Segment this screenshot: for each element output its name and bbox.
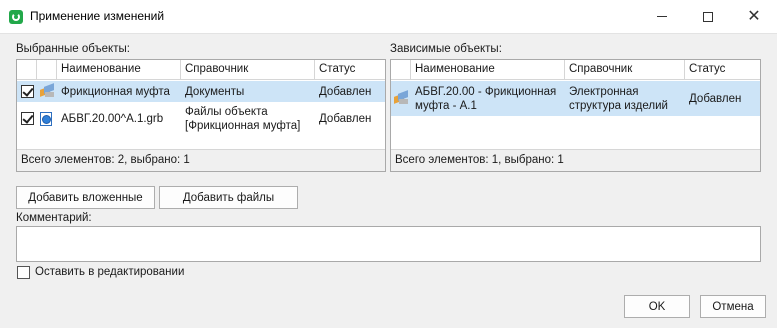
title-bar: Применение изменений ✕ [0,0,777,34]
comment-field[interactable] [16,226,761,262]
keep-editing-checkbox[interactable] [17,266,30,279]
dependent-objects-label: Зависимые объекты: [390,43,502,55]
header-name[interactable]: Наименование [411,60,565,80]
row-name: АБВГ.20.00 - Фрикционная муфта - А.1 [415,85,557,112]
selection-summary: Всего элементов: 2, выбрано: 1 [17,149,385,171]
table-row[interactable]: АБВГ.20.00^А.1.grb Файлы объекта [Фрикци… [17,102,385,136]
cancel-button[interactable]: Отмена [700,295,766,318]
header-icon-column [37,60,57,80]
minimize-icon [657,16,667,17]
header-status[interactable]: Статус [315,60,385,80]
table-row[interactable]: АБВГ.20.00 - Фрикционная муфта - А.1 Эле… [391,81,760,116]
row-catalog: Электронная структура изделий [569,85,668,112]
selection-summary: Всего элементов: 1, выбрано: 1 [391,149,760,171]
window-title: Применение изменений [30,9,165,23]
header-name[interactable]: Наименование [57,60,181,80]
row-status: Добавлен [689,92,742,105]
row-checkbox[interactable] [21,85,34,98]
ok-button[interactable]: OK [624,295,690,318]
keep-editing-label: Оставить в редактировании [35,266,185,278]
row-name: Фрикционная муфта [61,85,170,98]
row-checkbox[interactable] [21,112,34,125]
maximize-icon [703,11,713,22]
add-files-button[interactable]: Добавить файлы [159,186,298,209]
header-icon-column [391,60,411,80]
maximize-button[interactable] [685,0,731,33]
row-status: Добавлен [319,85,372,98]
minimize-button[interactable] [639,0,685,33]
dependent-objects-grid[interactable]: Наименование Справочник Статус АБВГ.20.0… [390,59,761,172]
grid-header: Наименование Справочник Статус [17,60,385,80]
row-catalog: Файлы объекта [Фрикционная муфта] [185,106,301,132]
header-status[interactable]: Статус [685,60,760,80]
close-button[interactable]: ✕ [731,0,777,33]
header-check-column [17,60,37,80]
add-nested-button[interactable]: Добавить вложенные [16,186,155,209]
comment-label: Комментарий: [16,212,92,224]
grid-header: Наименование Справочник Статус [391,60,760,80]
row-status: Добавлен [319,113,372,125]
part-icon [39,83,55,98]
row-catalog: Документы [185,85,245,98]
close-icon: ✕ [747,7,761,25]
selected-objects-grid[interactable]: Наименование Справочник Статус Фрикционн… [16,59,386,172]
part-icon [393,90,409,105]
row-name: АБВГ.20.00^А.1.grb [61,113,164,125]
header-catalog[interactable]: Справочник [565,60,685,80]
file-icon [38,111,54,127]
table-row[interactable]: Фрикционная муфта Документы Добавлен [17,81,385,102]
app-icon [9,10,23,24]
header-catalog[interactable]: Справочник [181,60,315,80]
selected-objects-label: Выбранные объекты: [16,43,130,55]
